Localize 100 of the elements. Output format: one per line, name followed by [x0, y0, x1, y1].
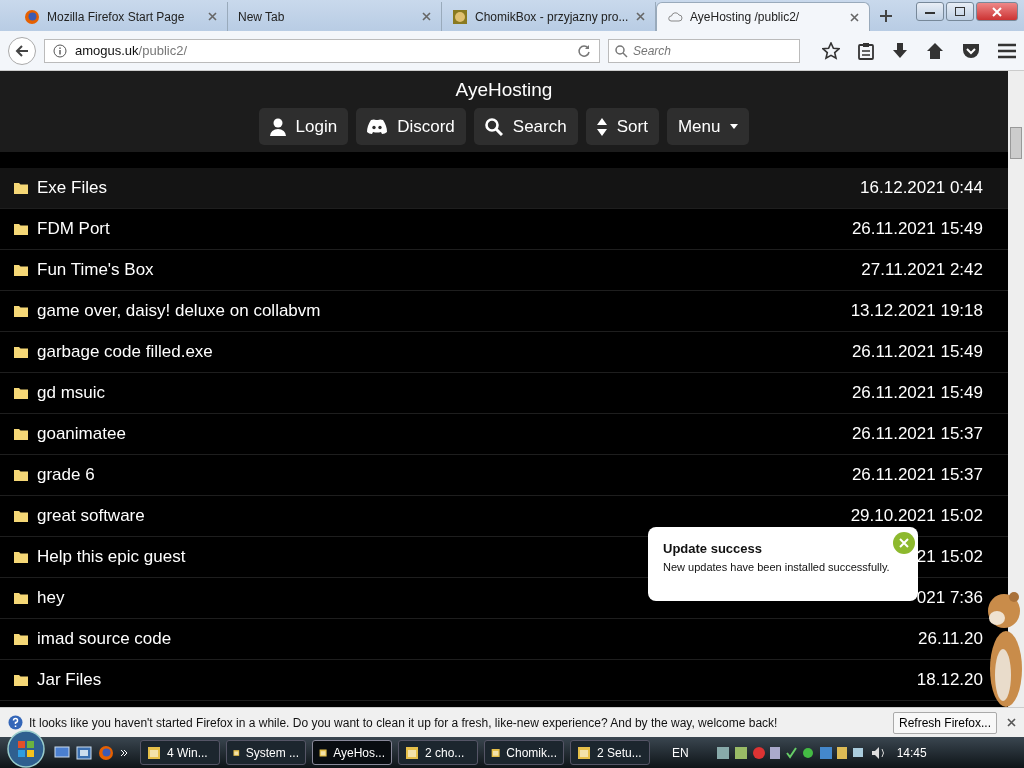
caret-icon [730, 124, 739, 129]
volume-icon[interactable] [870, 745, 887, 760]
search-icon [615, 44, 628, 58]
folder-icon [14, 551, 28, 563]
folder-name: Help this epic guest [37, 547, 186, 567]
folder-name: Fun Time's Box [37, 260, 154, 280]
window-switch-icon[interactable] [76, 745, 92, 760]
minimize-icon[interactable] [916, 2, 944, 21]
home-icon[interactable] [926, 41, 944, 60]
firefox-icon[interactable] [98, 744, 114, 761]
taskbar-button[interactable]: System ... [226, 740, 306, 765]
close-icon[interactable] [636, 12, 645, 21]
nav-button[interactable]: Discord [356, 108, 466, 145]
folder-date: 27.11.2021 2:42 [861, 260, 983, 280]
desktop-icon[interactable] [54, 745, 70, 760]
folder-date: 26.11.2021 15:49 [851, 219, 983, 239]
site-title: AyeHosting [455, 79, 553, 101]
maximize-icon[interactable] [946, 2, 974, 21]
folder-icon [14, 633, 28, 645]
window-icon [147, 745, 161, 760]
folder-row[interactable]: gd msuic 26.11.2021 15:49 [0, 373, 1008, 414]
folder-date: 16.12.2021 0:44 [860, 178, 983, 198]
close-icon[interactable] [1007, 718, 1016, 727]
user-icon [269, 117, 286, 136]
taskbar-button[interactable]: 2 cho... [398, 740, 478, 765]
search-field[interactable]: Search [608, 38, 800, 63]
help-icon [8, 715, 23, 730]
folder-name: great software [37, 506, 145, 526]
folder-row[interactable]: Fun Time's Box 27.11.2021 2:42 [0, 250, 1008, 291]
folder-icon [14, 592, 28, 604]
folder-date: 29.10.2021 15:02 [850, 506, 983, 526]
menu-icon[interactable] [998, 42, 1016, 59]
url-text: amogus.uk/public2/ [75, 43, 188, 58]
star-icon[interactable] [822, 41, 840, 60]
folder-name: Jar Files [37, 670, 102, 690]
clipboard-icon[interactable] [858, 41, 874, 60]
folder-name: grade 6 [37, 465, 95, 485]
folder-icon [14, 469, 28, 481]
folder-date: 26.11.2021 15:37 [851, 465, 983, 485]
folder-icon [14, 346, 28, 358]
tab-title: ChomikBox - przyjazny pro... [475, 9, 629, 24]
search-icon [484, 117, 503, 136]
new-tab-icon[interactable] [880, 10, 892, 22]
reload-icon[interactable] [577, 43, 591, 58]
folder-row[interactable]: goanimatee 26.11.2021 15:37 [0, 414, 1008, 455]
back-icon[interactable] [8, 36, 36, 65]
folder-row[interactable]: grade 6 26.11.2021 15:37 [0, 455, 1008, 496]
clock[interactable]: 14:45 [896, 745, 927, 760]
balloon-title: Update success [663, 541, 763, 556]
folder-date: 13.12.2021 19:18 [850, 301, 983, 321]
nav-button[interactable]: Search [473, 108, 578, 145]
folder-icon [14, 428, 28, 440]
hamster-icon [452, 8, 468, 25]
folder-row[interactable]: Exe Files 16.12.2021 0:44 [0, 168, 1008, 209]
close-icon[interactable] [850, 12, 859, 22]
start-button[interactable] [4, 728, 48, 768]
refresh-button[interactable]: Refresh Firefox... [892, 711, 997, 734]
nav-button[interactable]: Sort [585, 108, 659, 145]
taskbar-button[interactable]: Chomik... [484, 740, 564, 765]
notification-message: It looks like you haven't started Firefox in a while. Do you want to clean it up for a fresh, like-new experience? And by the way, welcome back! [29, 715, 779, 730]
folder-icon [14, 674, 28, 686]
taskbar-button[interactable]: 4 Win... [140, 740, 220, 765]
folder-row[interactable]: garbage code filled.exe 26.11.2021 15:49 [0, 332, 1008, 373]
address-field[interactable]: amogus.uk/public2/ [44, 38, 600, 63]
folder-icon [14, 387, 28, 399]
folder-date: 26.11.2021 15:49 [851, 342, 983, 362]
language-indicator[interactable]: EN [672, 745, 689, 760]
window-icon [577, 745, 591, 760]
folder-name: Exe Files [37, 178, 107, 198]
taskbar-button[interactable]: 2 Setu... [570, 740, 650, 765]
folder-date: 021 7:36 [916, 588, 983, 608]
folder-name: hey [37, 588, 65, 608]
nav-button[interactable]: Login [258, 108, 349, 145]
pocket-icon[interactable] [962, 42, 980, 59]
nav-button[interactable]: Menu [666, 108, 750, 145]
folder-icon [14, 223, 28, 235]
cloud-icon [667, 9, 683, 25]
folder-name: imad source code [37, 629, 172, 649]
close-icon[interactable] [976, 2, 1018, 21]
folder-name: FDM Port [37, 219, 110, 239]
folder-name: gd msuic [37, 383, 106, 403]
folder-row[interactable]: game over, daisy! deluxe on collabvm 13.12.2021 19:18 [0, 291, 1008, 332]
folder-name: goanimatee [37, 424, 126, 444]
tab-title: AyeHosting /public2/ [690, 10, 801, 24]
folder-icon [14, 264, 28, 276]
close-icon[interactable] [422, 12, 431, 21]
tab-title: Mozilla Firefox Start Page [47, 9, 186, 24]
close-icon[interactable] [208, 12, 217, 21]
folder-date: 21 15:02 [916, 547, 983, 567]
gamepad-icon [367, 119, 388, 134]
chevron-icon[interactable] [120, 748, 128, 757]
browser-tab[interactable]: AyeHosting /public2/ [656, 2, 870, 31]
download-icon[interactable] [892, 41, 908, 60]
folder-date: 26.11.2021 15:49 [851, 383, 983, 403]
tab-title: New Tab [238, 9, 286, 24]
folder-row[interactable]: FDM Port 26.11.2021 15:49 [0, 209, 1008, 250]
window-icon [405, 745, 419, 760]
folder-icon [14, 510, 28, 522]
folder-date: 26.11.2021 15:37 [851, 424, 983, 444]
taskbar-button[interactable]: AyeHos... [312, 740, 392, 765]
